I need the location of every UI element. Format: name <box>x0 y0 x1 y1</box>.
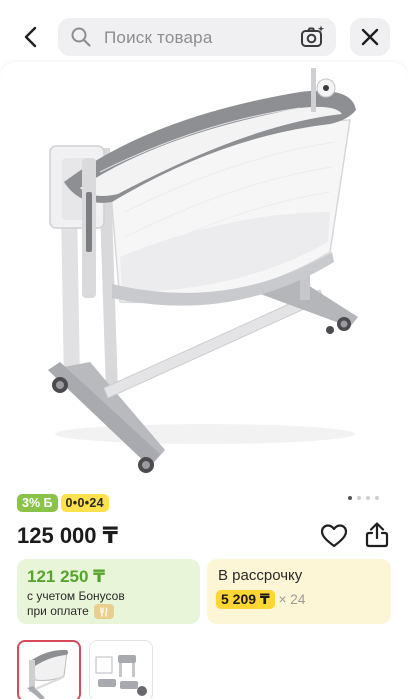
pagination-dot <box>348 496 352 500</box>
installment-badge: 0•0•24 <box>60 494 109 512</box>
share-button[interactable] <box>364 521 390 549</box>
crib-thumbnail-image <box>27 649 69 699</box>
top-bar: Поиск товара <box>0 0 408 64</box>
gallery-pagination <box>348 496 379 500</box>
crib-variants-thumbnail-image <box>95 655 147 696</box>
product-price: 125 000 ₸ <box>17 523 118 548</box>
bonus-price-card[interactable]: 121 250 ₸ с учетом Бонусов при оплате <box>17 559 200 624</box>
pagination-dot <box>357 496 361 500</box>
bedside-crib-image <box>48 68 358 473</box>
close-icon <box>361 28 379 46</box>
installment-amount: 5 209 ₸ <box>216 590 275 609</box>
installment-card[interactable]: В рассрочку 5 209 ₸ × 24 <box>207 559 391 624</box>
search-placeholder: Поиск товара <box>104 28 213 47</box>
pagination-dot <box>366 496 370 500</box>
installment-title: В рассрочку <box>218 567 303 584</box>
search-input[interactable]: Поиск товара <box>58 18 336 56</box>
thumbnail-bedside-crib-photo[interactable] <box>17 640 81 699</box>
promo-badges: 3% Б 0•0•24 <box>17 494 109 512</box>
bonus-note-line2: при оплате <box>27 604 89 618</box>
thumbnail-strip <box>17 640 153 699</box>
chevron-left-icon <box>24 26 37 48</box>
close-button[interactable] <box>350 18 390 56</box>
product-image-gallery[interactable] <box>0 62 408 482</box>
payment-method-icon <box>93 604 114 619</box>
share-icon <box>365 522 389 548</box>
bonus-note: с учетом Бонусов при оплате <box>27 589 125 619</box>
back-button[interactable] <box>14 20 48 54</box>
pagination-dot <box>375 496 379 500</box>
bonus-price: 121 250 ₸ <box>27 567 106 586</box>
thumbnail-bedside-crib-variants[interactable] <box>89 640 153 699</box>
bonus-note-line1: с учетом Бонусов <box>27 589 125 603</box>
search-icon <box>71 27 91 47</box>
bonus-badge: 3% Б <box>17 494 58 512</box>
heart-icon <box>320 524 348 548</box>
favorite-button[interactable] <box>320 522 348 550</box>
camera-search-icon[interactable] <box>300 24 326 50</box>
installment-multiplier: × 24 <box>278 592 306 607</box>
